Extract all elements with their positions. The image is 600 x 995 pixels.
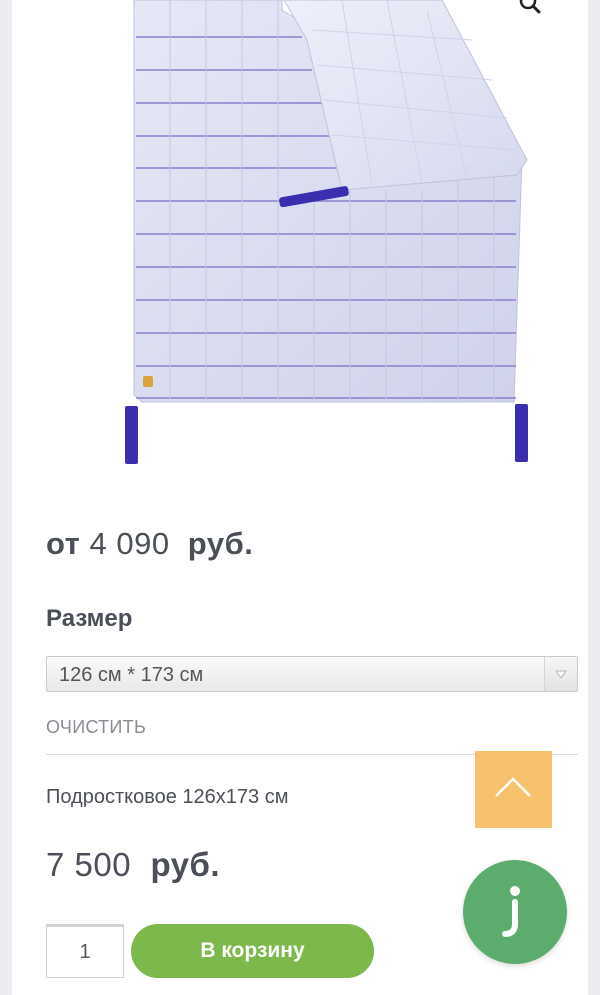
triangle-down-icon [555, 670, 567, 679]
product-card: от 4 090 руб. Размер 126 см * 173 см ОЧИ… [12, 0, 588, 995]
variant-description: Подростковое 126х173 см [46, 786, 289, 808]
size-select-value: 126 см * 173 см [59, 664, 204, 686]
price-from-currency: руб. [187, 526, 254, 561]
price-from-amount: 4 090 [89, 526, 170, 561]
clear-link[interactable]: ОЧИСТИТЬ [46, 717, 146, 738]
chat-button[interactable] [463, 860, 567, 964]
product-image[interactable] [112, 0, 542, 480]
magnifier-icon[interactable] [517, 0, 543, 16]
size-label: Размер [46, 605, 133, 632]
price-from: от 4 090 руб. [46, 526, 253, 562]
chevron-up-icon [495, 777, 531, 797]
chat-icon [502, 886, 520, 937]
variant-price-currency: руб. [150, 846, 221, 883]
size-select[interactable]: 126 см * 173 см [46, 656, 578, 692]
variant-price-amount: 7 500 [46, 846, 132, 883]
select-arrow[interactable] [544, 657, 577, 691]
scroll-top-button[interactable] [475, 751, 552, 828]
variant-price: 7 500 руб. [46, 846, 220, 884]
quantity-input[interactable] [46, 924, 124, 978]
price-from-prefix: от [46, 526, 81, 561]
add-to-cart-button[interactable]: В корзину [131, 924, 374, 978]
